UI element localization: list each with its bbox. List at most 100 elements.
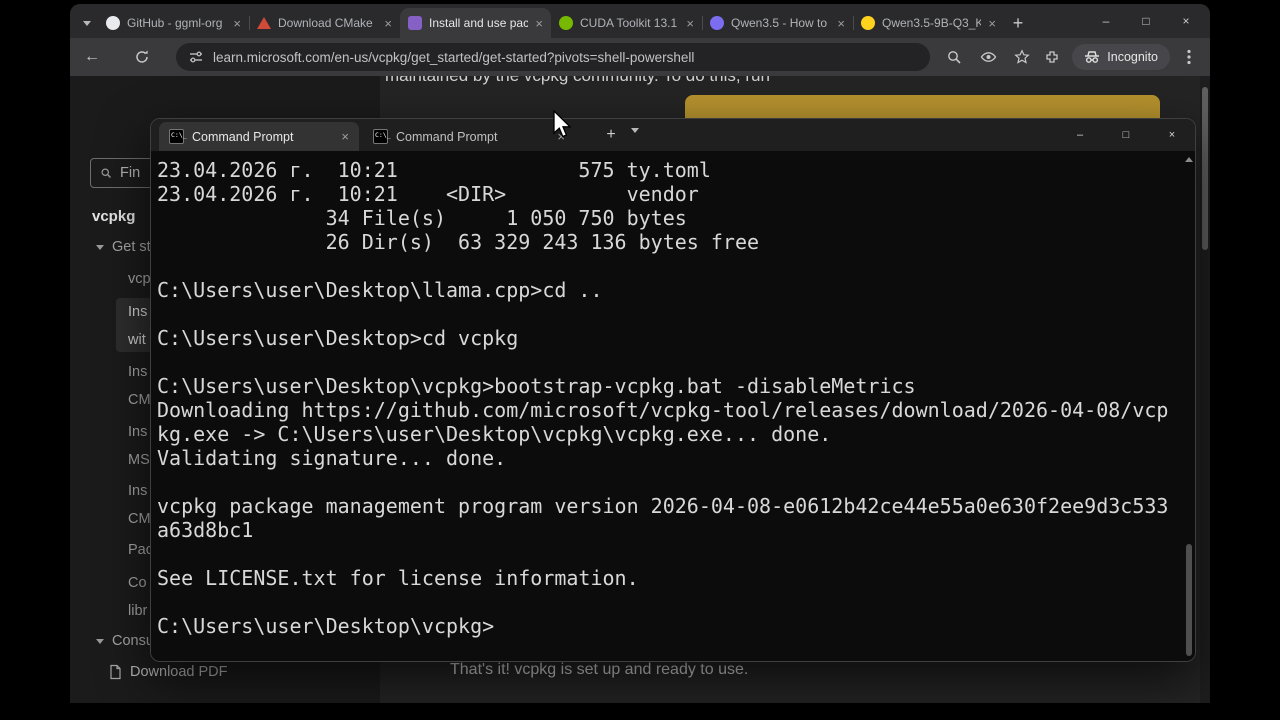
terminal-tab-title: Command Prompt — [396, 129, 498, 144]
tab-search-button[interactable] — [76, 8, 98, 38]
browser-tab-vcpkg-docs[interactable]: Install and use pac × — [400, 8, 551, 38]
incognito-badge: Incognito — [1072, 44, 1170, 70]
page-scrollbar-thumb[interactable] — [1202, 87, 1208, 250]
ms-learn-favicon — [408, 16, 422, 30]
tab-title: CUDA Toolkit 13.1 — [580, 16, 678, 30]
minimize-button[interactable]: – — [1057, 119, 1103, 151]
sidebar-item-7[interactable]: Co libr — [128, 569, 147, 625]
sidebar-item-1[interactable]: vcp — [128, 271, 151, 287]
sidebar-item-4[interactable]: Ins MS — [128, 418, 150, 474]
new-tab-button[interactable]: + — [1004, 9, 1032, 37]
chevron-down-icon — [96, 244, 104, 250]
search-icon — [101, 168, 111, 178]
sidebar-item-label: Co — [128, 575, 147, 591]
terminal-screen[interactable]: 23.04.2026 г. 10:21 575 ty.toml 23.04.20… — [151, 151, 1195, 661]
incognito-label: Incognito — [1107, 50, 1158, 64]
huggingface-favicon — [861, 16, 875, 30]
mouse-cursor — [552, 109, 574, 145]
tab-close-icon[interactable]: × — [837, 17, 845, 30]
three-dots-icon — [1187, 49, 1191, 65]
sidebar-item-2-selected[interactable]: Ins wit — [128, 298, 147, 354]
tab-title: Install and use pac — [429, 16, 529, 30]
terminal-output: 23.04.2026 г. 10:21 575 ty.toml 23.04.20… — [157, 158, 1169, 638]
tab-close-icon[interactable]: × — [535, 17, 543, 30]
terminal-tab-2[interactable]: C:\_ Command Prompt × — [363, 122, 575, 151]
sidebar-item-label: Ins — [128, 424, 148, 440]
browser-tabstrip: GitHub - ggml-org × Download CMake × Ins… — [70, 4, 1210, 38]
minimize-button[interactable]: – — [1086, 14, 1126, 28]
cmake-favicon — [257, 17, 271, 29]
page-scrollbar[interactable] — [1200, 76, 1210, 703]
sidebar-item-label: libr — [128, 603, 148, 619]
browser-tab-cmake[interactable]: Download CMake × — [249, 8, 400, 38]
github-favicon — [106, 16, 120, 30]
close-button[interactable]: × — [1166, 14, 1206, 28]
docs-completion-text: That's it! vcpkg is set up and ready to … — [450, 661, 749, 678]
sidebar-item-label: Consu — [112, 633, 154, 649]
browser-tab-huggingface[interactable]: Qwen3.5-9B-Q3_K × — [853, 8, 1004, 38]
incognito-icon — [1085, 51, 1100, 63]
search-icon — [948, 51, 961, 64]
terminal-new-tab-button[interactable]: + — [597, 122, 625, 148]
sidebar-item-consume[interactable]: Consu — [96, 633, 154, 649]
tab-title: GitHub - ggml-org — [127, 16, 223, 30]
tab-title: Download CMake — [278, 16, 373, 30]
browser-tab-qwen[interactable]: Qwen3.5 - How to × — [702, 8, 853, 38]
terminal-tab-dropdown-button[interactable] — [631, 128, 639, 151]
terminal-tab-title: Command Prompt — [192, 129, 294, 144]
browser-tab-github[interactable]: GitHub - ggml-org × — [98, 8, 249, 38]
close-button[interactable]: × — [1149, 119, 1195, 151]
terminal-titlebar[interactable]: C:\_ Command Prompt × C:\_ Command Promp… — [151, 119, 1195, 151]
tab-close-icon[interactable]: × — [233, 17, 241, 30]
download-pdf-link[interactable]: Download PDF — [108, 664, 228, 680]
sidebar-item-label: Get st — [112, 239, 151, 255]
cuda-favicon — [559, 16, 573, 30]
docs-clipped-paragraph: maintained by the vcpkg community. To do… — [385, 76, 770, 86]
qwen-favicon — [710, 16, 724, 30]
chevron-down-icon — [83, 20, 91, 26]
browser-tab-cuda[interactable]: CUDA Toolkit 13.1 × — [551, 8, 702, 38]
terminal-tab-1[interactable]: C:\_ Command Prompt × — [159, 122, 359, 151]
cmd-icon: C:\_ — [169, 129, 187, 144]
chevron-down-icon — [631, 128, 639, 150]
search-button[interactable] — [944, 49, 964, 65]
maximize-button[interactable]: □ — [1126, 14, 1166, 28]
extensions-icon — [1046, 51, 1058, 63]
tab-title: Qwen3.5-9B-Q3_K — [882, 16, 982, 30]
terminal-window: C:\_ Command Prompt × C:\_ Command Promp… — [150, 118, 1196, 662]
terminal-scrollbar-thumb[interactable] — [1186, 544, 1192, 656]
maximize-button[interactable]: □ — [1103, 119, 1149, 151]
sidebar-item-label: CM — [128, 392, 151, 408]
star-icon — [1014, 49, 1030, 64]
tab-close-icon[interactable]: × — [686, 17, 694, 30]
site-info-tune-icon[interactable] — [188, 49, 204, 65]
refresh-button[interactable] — [132, 45, 152, 69]
tab-close-icon[interactable]: × — [384, 17, 392, 30]
cmd-icon: C:\_ — [373, 129, 391, 144]
address-bar[interactable]: learn.microsoft.com/en-us/vcpkg/get_star… — [176, 43, 931, 71]
sidebar-item-5[interactable]: Ins CM — [128, 477, 151, 533]
download-pdf-label: Download PDF — [130, 664, 228, 680]
bookmark-button[interactable] — [1012, 49, 1032, 65]
back-button[interactable]: ← — [82, 45, 102, 69]
extensions-button[interactable] — [1042, 49, 1062, 65]
document-icon — [110, 664, 121, 680]
sidebar-item-label: Ins — [128, 364, 148, 380]
sidebar-item-get-started[interactable]: Get st — [96, 239, 151, 255]
sidebar-item-label: Ins — [128, 483, 148, 499]
sidebar-item-3[interactable]: Ins CM — [128, 358, 151, 414]
sidebar-item-label: CM — [128, 511, 151, 527]
reading-mode-button[interactable] — [978, 49, 998, 65]
browser-menu-button[interactable] — [1180, 49, 1198, 65]
cursor-arrow-icon — [553, 109, 572, 138]
tab-title: Qwen3.5 - How to — [731, 16, 828, 30]
tab-close-icon[interactable]: × — [341, 129, 349, 144]
sidebar-search-text: Fin — [120, 165, 141, 181]
terminal-scrollbar[interactable] — [1184, 153, 1194, 658]
browser-toolbar: ← learn.microsoft.com/en-us/vcpkg/get_st… — [70, 38, 1210, 76]
terminal-window-controls: – □ × — [1057, 119, 1195, 151]
tab-close-icon[interactable]: × — [988, 17, 996, 30]
sidebar-item-label: vcp — [128, 271, 151, 287]
browser-window-controls: – □ × — [1086, 4, 1206, 38]
scroll-up-arrow-icon[interactable] — [1185, 157, 1193, 162]
